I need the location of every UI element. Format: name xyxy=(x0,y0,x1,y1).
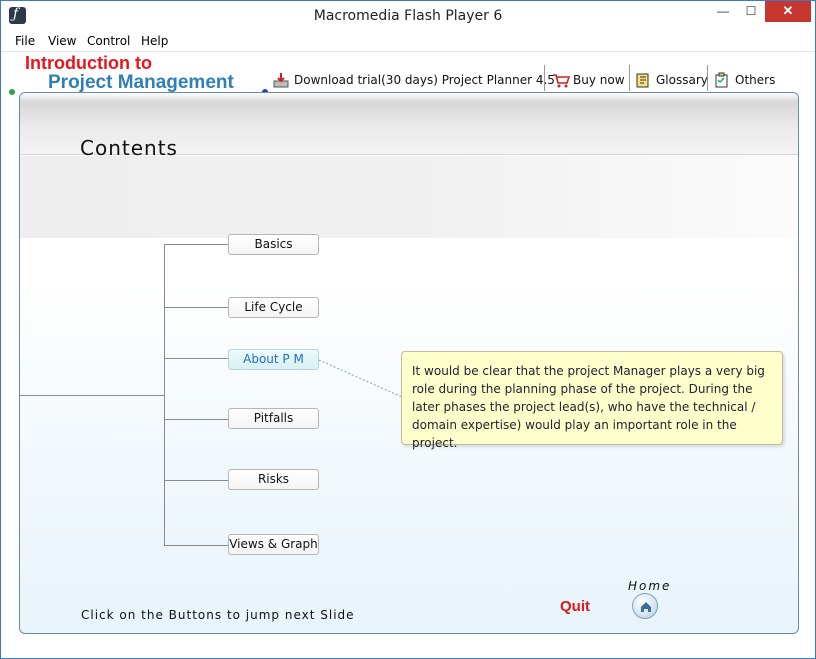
app-window: Macromedia Flash Player 6 — ☐ ✕ File Vie… xyxy=(0,0,816,659)
menu-file[interactable]: File xyxy=(15,34,35,48)
tree-branch-line xyxy=(164,480,228,481)
menu-help[interactable]: Help xyxy=(141,34,168,48)
toolbar-divider xyxy=(707,65,708,91)
download-trial-label: Download trial(30 days) Project Planner … xyxy=(294,73,555,87)
tooltip-pointer-line xyxy=(318,359,403,398)
grey-band xyxy=(20,156,798,238)
tree-branch-line xyxy=(164,358,228,359)
close-button[interactable]: ✕ xyxy=(765,1,811,22)
others-link[interactable]: Others xyxy=(714,69,775,91)
home-icon xyxy=(641,602,651,612)
menu-control[interactable]: Control xyxy=(87,34,130,48)
buy-now-link[interactable]: Buy now xyxy=(552,69,625,91)
title-bar[interactable]: Macromedia Flash Player 6 — ☐ ✕ xyxy=(1,1,815,32)
home-label: Home xyxy=(628,579,672,593)
glossary-link[interactable]: Glossary xyxy=(635,69,708,91)
node-basics-button[interactable]: Basics xyxy=(228,234,319,255)
download-icon xyxy=(273,72,289,88)
node-pitfalls-button[interactable]: Pitfalls xyxy=(228,408,319,429)
contents-heading: Contents xyxy=(80,136,178,160)
brand-title-line1: Introduction to xyxy=(25,53,152,73)
tree-branch-line xyxy=(164,244,228,245)
glossary-label: Glossary xyxy=(656,73,708,87)
tree-branch-line xyxy=(164,419,228,420)
book-icon xyxy=(635,72,651,88)
green-marker-dot xyxy=(9,89,15,95)
tree-branch-line xyxy=(164,545,228,546)
node-life-cycle-button[interactable]: Life Cycle xyxy=(228,297,319,318)
maximize-button[interactable]: ☐ xyxy=(737,1,765,22)
menu-bar: File View Control Help xyxy=(1,32,815,52)
content-stage: Contents Basics Life Cycle About P M Pit… xyxy=(19,92,799,634)
tree-trunk-line xyxy=(164,244,165,546)
tree-branch-line xyxy=(164,307,228,308)
brand-title-line2: Project Management xyxy=(48,72,234,93)
minimize-button[interactable]: — xyxy=(709,1,737,22)
node-about-pm-button[interactable]: About P M xyxy=(228,349,319,370)
menu-view[interactable]: View xyxy=(48,34,76,48)
quit-button[interactable]: Quit xyxy=(560,598,590,615)
navigation-hint: Click on the Buttons to jump next Slide xyxy=(81,608,355,622)
cart-icon xyxy=(552,72,571,88)
tree-root-line xyxy=(20,395,164,396)
node-views-graph-button[interactable]: Views & Graph xyxy=(228,534,319,555)
buy-now-label: Buy now xyxy=(573,73,625,87)
others-label: Others xyxy=(735,73,776,87)
toolbar-divider xyxy=(629,65,630,91)
toolbar-divider xyxy=(544,65,545,91)
description-tooltip: It would be clear that the project Manag… xyxy=(401,351,783,450)
node-risks-button[interactable]: Risks xyxy=(228,469,319,490)
home-button[interactable] xyxy=(632,593,658,619)
window-title: Macromedia Flash Player 6 xyxy=(313,8,503,24)
download-trial-link[interactable]: Download trial(30 days) Project Planner … xyxy=(273,69,555,91)
clipboard-icon xyxy=(714,72,730,88)
